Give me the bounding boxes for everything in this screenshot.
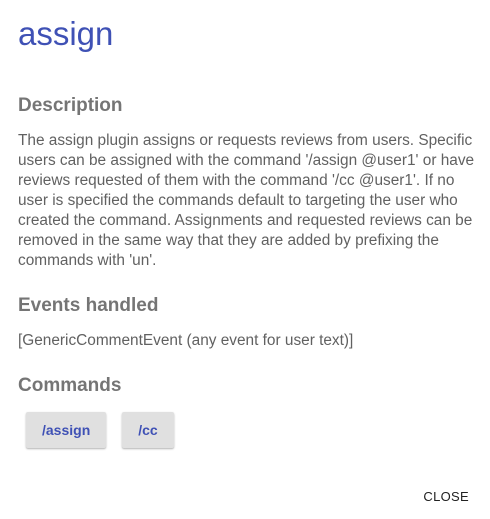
command-cc-button[interactable]: /cc <box>122 412 174 448</box>
events-heading: Events handled <box>18 295 159 316</box>
plugin-help-dialog: assign Description The assign plugin ass… <box>0 0 490 519</box>
dialog-title: assign <box>18 15 114 52</box>
commands-list: /assign /cc <box>26 412 174 448</box>
description-heading: Description <box>18 95 123 116</box>
commands-heading: Commands <box>18 375 122 396</box>
events-text: [GenericCommentEvent (any event for user… <box>18 332 354 349</box>
command-assign-button[interactable]: /assign <box>26 412 107 448</box>
close-button[interactable]: CLOSE <box>423 489 469 504</box>
description-text: The assign plugin assigns or requests re… <box>18 132 475 269</box>
